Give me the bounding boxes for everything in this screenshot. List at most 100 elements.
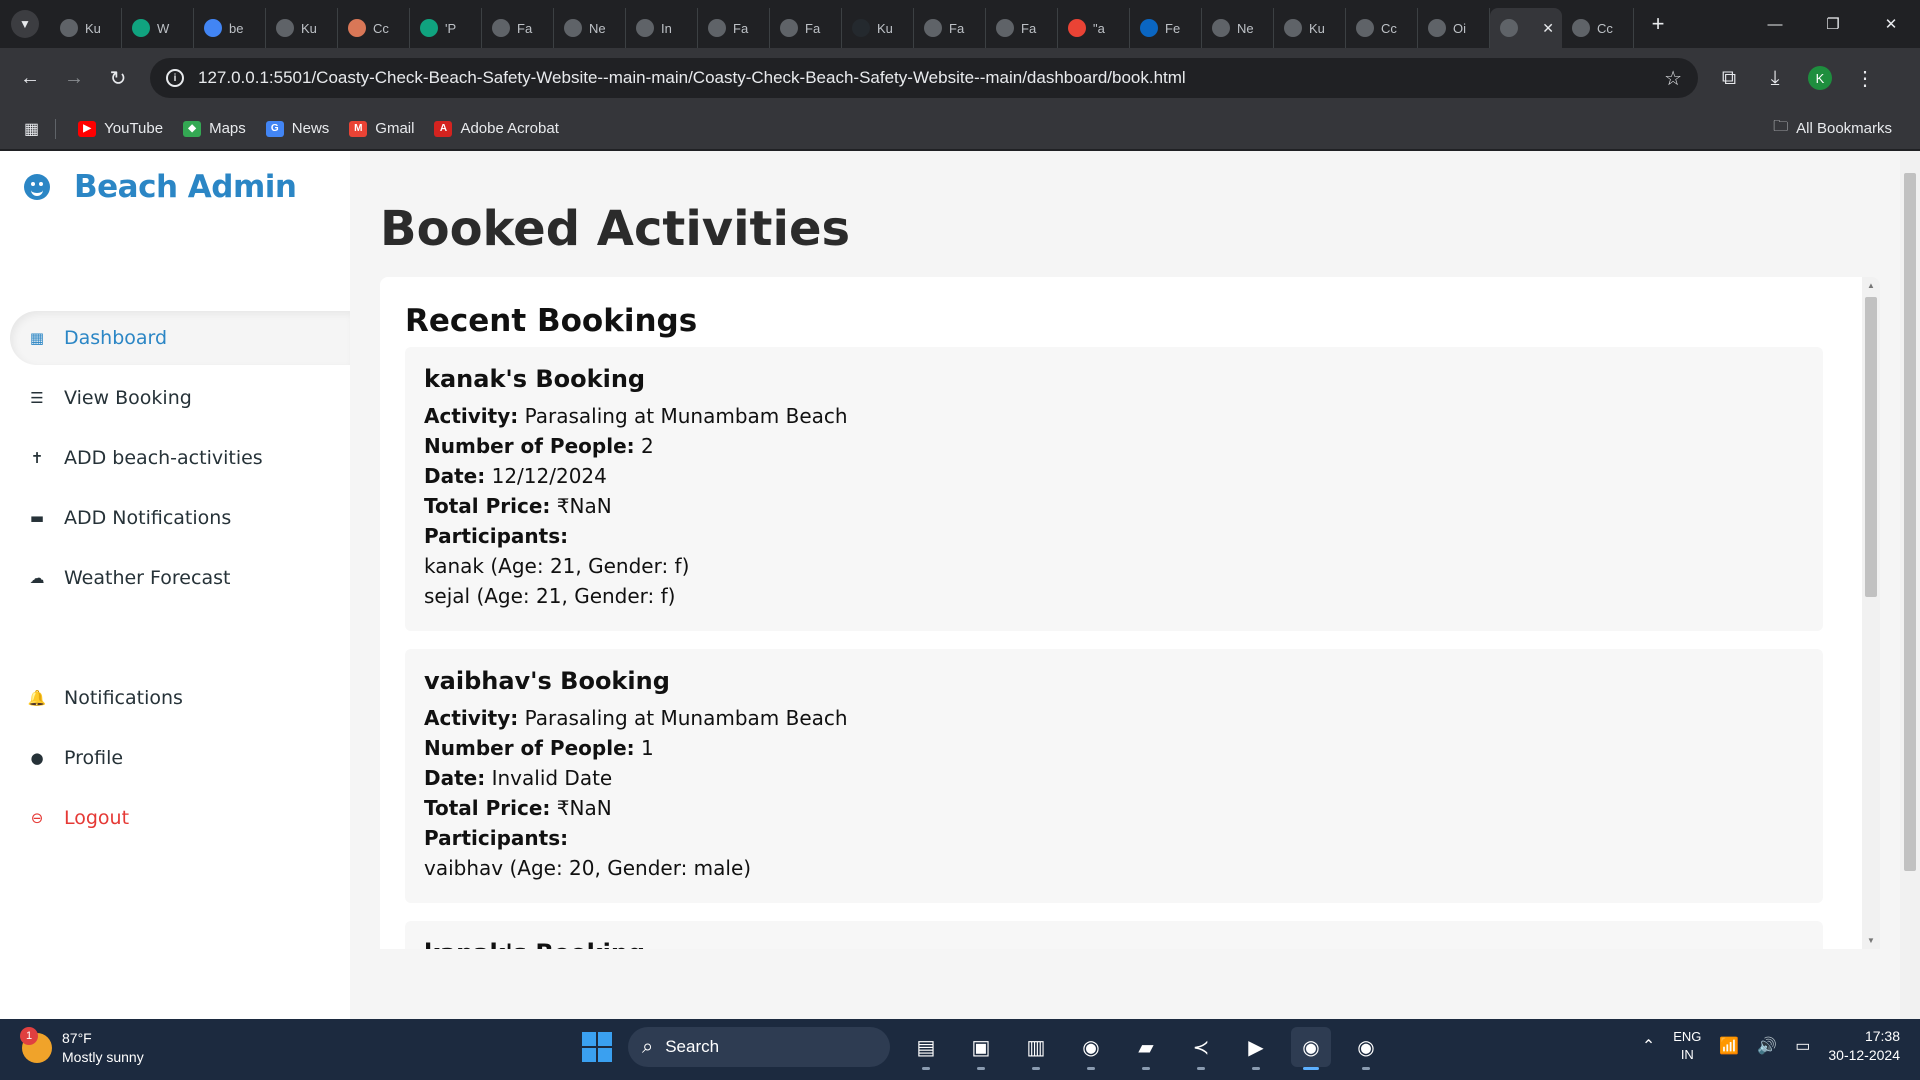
extensions-icon[interactable]: ⧉ — [1716, 67, 1742, 90]
chatgpt-icon — [420, 19, 438, 37]
youtube-icon[interactable]: ▶ — [1236, 1027, 1276, 1070]
clock[interactable]: 17:38 30-12-2024 — [1828, 1027, 1900, 1065]
apps-grid-icon[interactable]: ▦ — [20, 119, 43, 139]
booking-price-label: Total Price: — [424, 494, 551, 518]
sidebar-item-label: Profile — [64, 747, 124, 769]
sidebar-item-view-booking[interactable]: ☰ View Booking — [10, 371, 350, 425]
browser-tab[interactable]: Fa — [482, 8, 554, 48]
globe-icon — [924, 19, 942, 37]
bookings-panel[interactable]: Recent Bookings kanak's Booking Activity:… — [380, 277, 1880, 949]
sidebar-item-weather-forecast[interactable]: ☁ Weather Forecast — [10, 551, 350, 605]
close-window-button[interactable]: ✕ — [1862, 0, 1920, 48]
bookmark-youtube[interactable]: ▶ YouTube — [68, 120, 173, 137]
forward-button[interactable]: → — [52, 58, 96, 98]
profile-avatar[interactable]: K — [1808, 66, 1832, 90]
language-indicator[interactable]: ENG IN — [1673, 1028, 1701, 1064]
booking-date-label: Date: — [424, 464, 486, 488]
sidebar-item-label: Notifications — [64, 687, 183, 709]
chrome-icon[interactable]: ◉ — [1346, 1027, 1386, 1070]
url-text[interactable]: 127.0.0.1:5501/Coasty-Check-Beach-Safety… — [198, 68, 1650, 88]
folder-icon[interactable]: ▰ — [1126, 1027, 1166, 1070]
more-menu-icon[interactable]: ⋮ — [1852, 66, 1878, 91]
cloud-icon: ☁ — [29, 569, 45, 587]
booking-activity-label: Activity: — [424, 404, 519, 428]
chrome-icon[interactable]: ◉ — [1071, 1027, 1111, 1070]
browser-tab[interactable]: Ku — [842, 8, 914, 48]
page-scrollbar[interactable] — [1900, 151, 1920, 1019]
browser-tab[interactable]: Fa — [770, 8, 842, 48]
browser-tab[interactable]: Ku — [266, 8, 338, 48]
vscode-icon[interactable]: ≺ — [1181, 1027, 1221, 1070]
task-view-icon[interactable]: ▣ — [961, 1027, 1001, 1070]
download-icon[interactable]: ⤓ — [1762, 67, 1788, 90]
windows-start-icon[interactable] — [582, 1032, 612, 1062]
browser-tab[interactable]: Fa — [914, 8, 986, 48]
browser-tab[interactable]: "a — [1058, 8, 1130, 48]
running-indicator — [1032, 1067, 1040, 1070]
browser-tab[interactable]: In — [626, 8, 698, 48]
close-tab-icon[interactable]: ✕ — [1542, 20, 1554, 37]
sidebar-item-profile[interactable]: ● Profile — [10, 731, 350, 785]
restore-button[interactable]: ❐ — [1804, 0, 1862, 48]
browser-tab-active[interactable]: ✕ — [1490, 8, 1562, 48]
volume-icon[interactable]: 🔊 — [1757, 1036, 1777, 1056]
booking-date: Date: 12/12/2024 — [424, 461, 1804, 491]
browser-tab[interactable]: Ne — [1202, 8, 1274, 48]
address-bar[interactable]: i 127.0.0.1:5501/Coasty-Check-Beach-Safe… — [150, 58, 1698, 98]
chrome-icon[interactable]: ◉ — [1291, 1027, 1331, 1070]
scroll-up-icon[interactable]: ▲ — [1867, 281, 1875, 290]
sidebar-item-logout[interactable]: ⊖ Logout — [10, 791, 350, 845]
bookmark-news[interactable]: G News — [256, 120, 340, 137]
reload-button[interactable]: ↻ — [96, 58, 140, 98]
browser-tab[interactable]: 'P — [410, 8, 482, 48]
browser-tab[interactable]: Fa — [698, 8, 770, 48]
person-icon: ✝ — [30, 449, 44, 467]
minimize-button[interactable]: — — [1746, 0, 1804, 48]
brand[interactable]: Beach Admin — [24, 169, 297, 205]
battery-icon[interactable]: ▭ — [1795, 1036, 1810, 1056]
scroll-down-icon[interactable]: ▼ — [1867, 936, 1875, 945]
file-explorer-widget-icon[interactable]: ▤ — [906, 1027, 946, 1070]
panel-scroll-thumb[interactable] — [1865, 297, 1877, 597]
tab-search-button[interactable]: ▼ — [0, 0, 50, 48]
weather-widget[interactable]: 1 87°F Mostly sunny — [20, 1027, 144, 1067]
github-icon — [852, 19, 870, 37]
sidebar-item-notifications[interactable]: 🔔 Notifications — [10, 671, 350, 725]
browser-tab[interactable]: Fa — [986, 8, 1058, 48]
browser-tab[interactable]: Ku — [1274, 8, 1346, 48]
browser-tab[interactable]: Ku — [50, 8, 122, 48]
sidebar-item-dashboard[interactable]: ▦ Dashboard — [10, 311, 350, 365]
browser-tab[interactable]: Cc — [1346, 8, 1418, 48]
sidebar-item-add-beach-activities[interactable]: ✝ ADD beach-activities — [10, 431, 350, 485]
sun-icon: 1 — [20, 1027, 52, 1063]
sidebar-item-add-notifications[interactable]: ▬ ADD Notifications — [10, 491, 350, 545]
browser-tab[interactable]: be — [194, 8, 266, 48]
browser-tab[interactable]: Cc — [1562, 8, 1634, 48]
browser-tab[interactable]: Fe — [1130, 8, 1202, 48]
booking-date-value: Invalid Date — [491, 766, 613, 790]
back-button[interactable]: ← — [8, 58, 52, 98]
wifi-icon[interactable]: 📶 — [1719, 1036, 1739, 1056]
panel-scrollbar[interactable]: ▲ ▼ — [1862, 277, 1880, 949]
tab-label: be — [229, 20, 244, 36]
tab-label: Ku — [1309, 20, 1325, 36]
booking-date-value: 12/12/2024 — [491, 464, 607, 488]
browser-tab[interactable]: Ne — [554, 8, 626, 48]
chevron-up-icon[interactable]: ⌃ — [1642, 1036, 1655, 1056]
bookmark-gmail[interactable]: M Gmail — [339, 120, 424, 137]
bookmark-maps[interactable]: ◆ Maps — [173, 120, 256, 137]
browser-tab[interactable]: Oi — [1418, 8, 1490, 48]
browser-tab[interactable]: Cc — [338, 8, 410, 48]
gmail-icon: M — [349, 120, 368, 137]
bookmark-adobe-acrobat[interactable]: A Adobe Acrobat — [424, 120, 568, 137]
taskbar-search[interactable]: ⌕ Search — [628, 1027, 890, 1067]
tab-label: Cc — [1597, 20, 1613, 36]
browser-tab[interactable]: W — [122, 8, 194, 48]
bookmark-star-icon[interactable]: ☆ — [1664, 66, 1682, 91]
new-tab-button[interactable]: + — [1640, 6, 1676, 42]
notepad-icon[interactable]: ▥ — [1016, 1027, 1056, 1070]
all-bookmarks-button[interactable]: 🗀 All Bookmarks — [1763, 116, 1902, 141]
site-info-icon[interactable]: i — [166, 69, 184, 87]
page-scroll-thumb[interactable] — [1904, 173, 1916, 871]
